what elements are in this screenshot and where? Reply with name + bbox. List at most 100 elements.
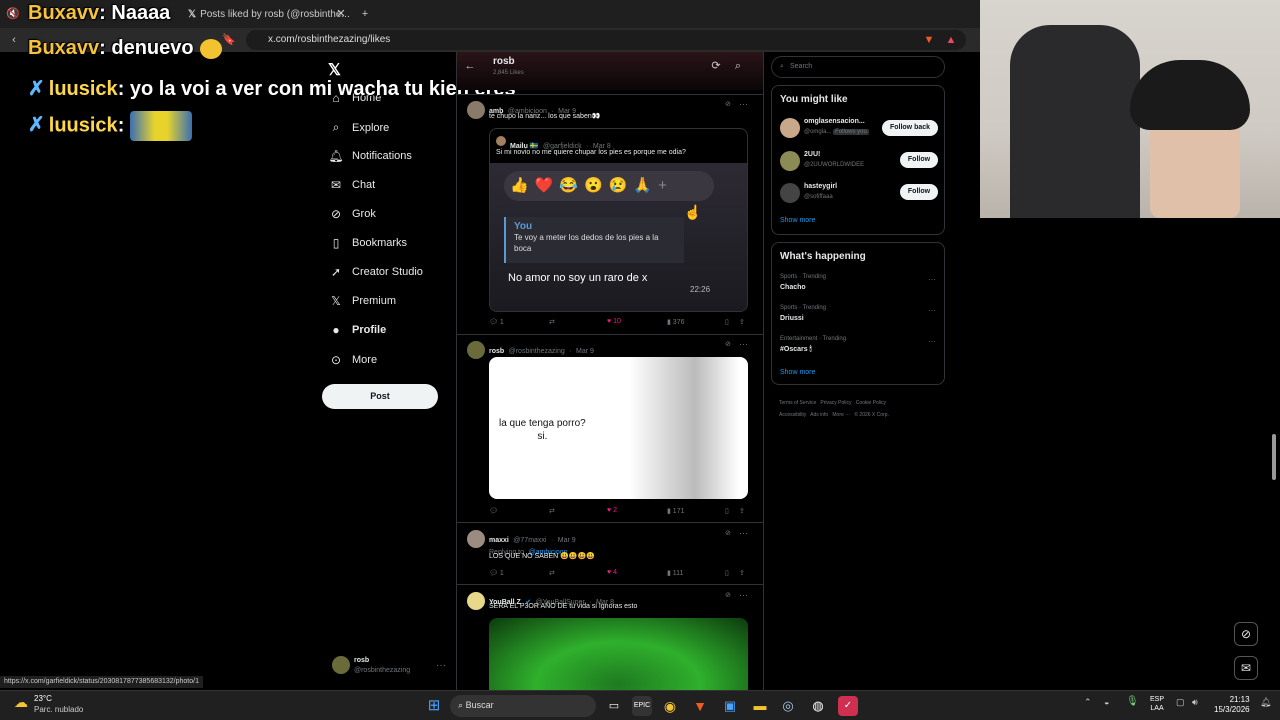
reply-button[interactable]: 💬︎ 1 (489, 569, 504, 577)
steam-icon[interactable]: ◎ (778, 696, 798, 716)
back-icon[interactable]: ‹ (6, 30, 22, 50)
post-button[interactable]: Post (322, 384, 438, 409)
nav-bookmarks[interactable]: ▯ Bookmarks (328, 236, 407, 250)
windows-start-icon[interactable]: ⊞ (424, 696, 444, 716)
views-button[interactable]: ▮ 376 (667, 318, 684, 326)
scrollbar-thumb[interactable] (1272, 434, 1276, 480)
share-button[interactable]: ⇪ (739, 569, 745, 577)
avatar[interactable] (332, 656, 350, 674)
post-menu-icon[interactable]: ··· (739, 528, 748, 538)
file-explorer-icon[interactable]: ▬ (750, 696, 770, 716)
close-tab-icon[interactable]: ✕ (334, 4, 348, 24)
taskbar-search[interactable]: ⌕ Buscar (450, 695, 596, 717)
account-menu-icon[interactable]: ··· (436, 660, 446, 671)
post-menu-icon[interactable]: ··· (739, 590, 748, 600)
footer-link[interactable]: Privacy Policy (820, 400, 851, 406)
messages-float-icon[interactable]: ✉ (1234, 656, 1258, 680)
follow-back-button[interactable]: Follow back (882, 120, 938, 136)
store-icon[interactable]: ▣ (720, 696, 740, 716)
grok-icon[interactable]: ⊘ (725, 591, 731, 599)
quoted-post[interactable]: Mailu 🇸🇪 @garfieldick · Mar 8 Si mi novi… (489, 128, 748, 312)
browser-tab-active[interactable]: 𝕏 Posts liked by rosb (@rosbinthe... (180, 4, 350, 26)
bookmark-icon[interactable]: 🔖 (222, 30, 236, 50)
avatar[interactable] (467, 341, 485, 359)
show-more-link[interactable]: Show more (780, 369, 815, 376)
nav-chat[interactable]: ✉ Chat (328, 178, 375, 192)
repost-button[interactable]: ⇄ (549, 507, 555, 515)
brave-icon[interactable]: ▼ (690, 696, 710, 716)
tray-chevron-icon[interactable]: ⌃ (1084, 697, 1092, 708)
trend-menu-icon[interactable]: ··· (928, 337, 936, 346)
grok-refresh-icon[interactable]: ⟳ (709, 56, 723, 76)
reply-button[interactable]: 💬︎ (489, 507, 498, 515)
post-image[interactable]: la que tenga porro? si. (489, 357, 748, 499)
brave-rewards-icon[interactable]: ▲ (944, 30, 958, 50)
trend-name[interactable]: Driussi (780, 315, 804, 322)
url-field[interactable]: x.com/rosbinthezazing/likes (246, 30, 966, 50)
avatar[interactable] (780, 183, 800, 203)
search-icon[interactable]: ⌕ (731, 56, 745, 76)
trend-menu-icon[interactable]: ··· (928, 306, 936, 315)
new-tab-icon[interactable]: + (358, 4, 372, 24)
like-button[interactable]: ♥ 2 (607, 507, 617, 514)
footer-link[interactable]: Terms of Service (779, 400, 816, 406)
trend-name[interactable]: #Oscars 🕯 (780, 346, 812, 354)
trend-menu-icon[interactable]: ··· (928, 275, 936, 284)
post-menu-icon[interactable]: ··· (739, 99, 748, 109)
share-button[interactable]: ⇪ (739, 507, 745, 515)
user-name[interactable]: 2UU! (804, 151, 820, 158)
views-button[interactable]: ▮ 171 (667, 507, 684, 515)
discord-icon[interactable]: ◒ (1104, 697, 1109, 707)
epic-games-icon[interactable]: EPIC (632, 696, 652, 716)
author-name[interactable]: rosb (489, 348, 504, 355)
avatar[interactable] (467, 101, 485, 119)
nav-notifications[interactable]: 🔔︎ Notifications (328, 149, 412, 163)
reply-button[interactable]: 💬︎ 1 (489, 318, 504, 326)
input-language[interactable]: ESP LAA (1150, 695, 1164, 713)
footer-link[interactable]: More ··· (832, 412, 850, 418)
bookmark-button[interactable]: ▯ (725, 318, 729, 326)
grok-icon[interactable]: ⊘ (725, 529, 731, 537)
nav-more[interactable]: ⊙ More (328, 353, 377, 367)
obs-icon[interactable]: ◍ (808, 696, 828, 716)
bookmark-button[interactable]: ▯ (725, 507, 729, 515)
nav-premium[interactable]: 𝕏 Premium (328, 294, 396, 308)
footer-link[interactable]: Accessibility (779, 412, 806, 418)
grok-float-icon[interactable]: ⊘ (1234, 622, 1258, 646)
volume-icon[interactable]: 🔊︎ (1192, 697, 1198, 708)
weather-temp[interactable]: 23°C (34, 694, 52, 703)
nav-grok[interactable]: ⊘ Grok (328, 207, 376, 221)
share-button[interactable]: ⇪ (739, 318, 745, 326)
search-input[interactable]: ⌕ Search (771, 56, 945, 78)
repost-button[interactable]: ⇄ (549, 318, 555, 326)
follow-button[interactable]: Follow (900, 152, 938, 168)
user-name[interactable]: hasteygirl (804, 183, 837, 190)
nav-profile[interactable]: ● Profile (328, 323, 386, 337)
repost-button[interactable]: ⇄ (549, 569, 555, 577)
weather-icon[interactable]: ☁ (14, 694, 28, 711)
grok-icon[interactable]: ⊘ (725, 340, 731, 348)
like-button[interactable]: ♥ 10 (607, 318, 621, 325)
network-icon[interactable]: ▢ (1176, 697, 1185, 708)
clock[interactable]: 21:13 15/3/2026 (1214, 695, 1250, 715)
task-view-icon[interactable]: ▭ (604, 696, 624, 716)
avatar[interactable] (467, 530, 485, 548)
app-icon[interactable]: ✓ (838, 696, 858, 716)
notifications-icon[interactable]: 🔔︎ (1260, 697, 1271, 708)
like-button[interactable]: ♥ 4 (607, 569, 617, 576)
chrome-icon[interactable]: ◉ (660, 696, 680, 716)
post-menu-icon[interactable]: ··· (739, 339, 748, 349)
footer-link[interactable]: Cookie Policy (856, 400, 886, 406)
show-more-link[interactable]: Show more (780, 217, 815, 224)
user-name[interactable]: omglasensacion... (804, 118, 865, 125)
views-button[interactable]: ▮ 111 (667, 569, 683, 577)
grok-icon[interactable]: ⊘ (725, 100, 731, 108)
nav-creator-studio[interactable]: ➚ Creator Studio (328, 265, 423, 279)
mute-icon[interactable]: 🔇 (4, 4, 22, 24)
follow-button[interactable]: Follow (900, 184, 938, 200)
post-date[interactable]: Mar 9 (576, 348, 594, 355)
footer-link[interactable]: Ads info (810, 412, 828, 418)
avatar[interactable] (467, 592, 485, 610)
nav-explore[interactable]: ⌕ Explore (328, 120, 390, 135)
avatar[interactable] (780, 151, 800, 171)
